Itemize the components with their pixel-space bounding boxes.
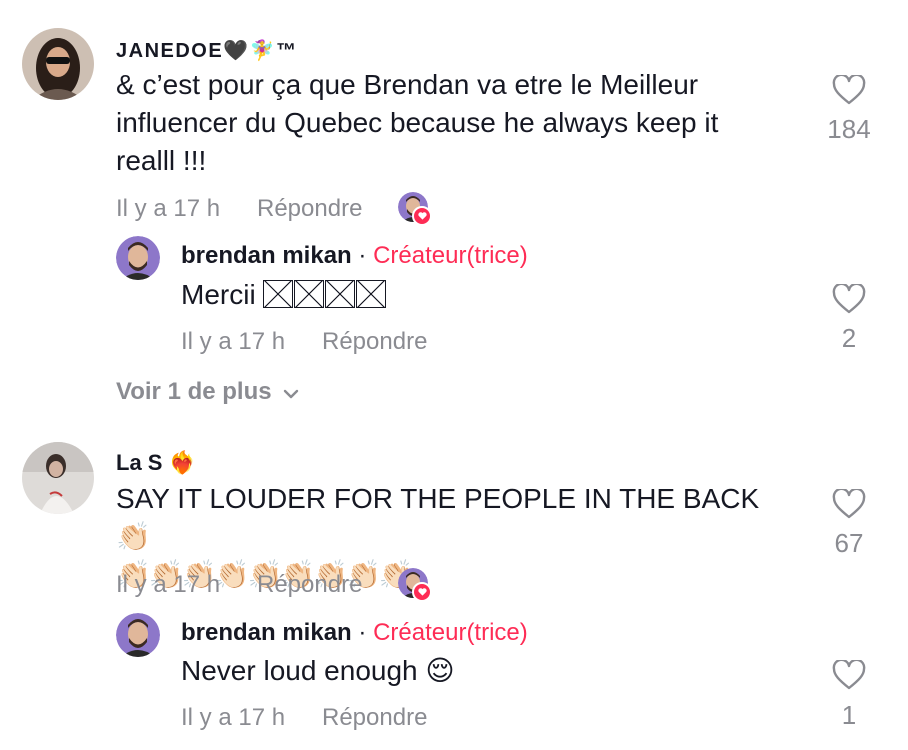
like-button[interactable] bbox=[832, 658, 866, 695]
reply-header: brendan mikan · Créateur(trice) bbox=[181, 619, 528, 647]
avatar[interactable] bbox=[116, 236, 160, 280]
separator: · bbox=[358, 619, 367, 646]
reply-button[interactable]: Répondre bbox=[322, 704, 427, 732]
creator-liked-avatar bbox=[398, 192, 432, 226]
chevron-down-icon bbox=[283, 389, 298, 399]
like-count: 1 bbox=[841, 700, 857, 730]
comment-username[interactable]: La S ❤️‍🔥 bbox=[116, 450, 196, 476]
comment-text: & c’est pour ça que Brendan va etre le M… bbox=[116, 69, 719, 176]
reply-button[interactable]: Répondre bbox=[257, 195, 362, 223]
view-more-label: Voir 1 de plus bbox=[116, 378, 272, 405]
reply-header: brendan mikan · Créateur(trice) bbox=[181, 242, 528, 270]
reply-button[interactable]: Répondre bbox=[322, 328, 427, 356]
like-count: 184 bbox=[827, 114, 871, 144]
missing-emoji-icon bbox=[325, 280, 356, 308]
reply-text: Never loud enough 😌 bbox=[181, 655, 455, 686]
heart-outline-icon bbox=[832, 658, 866, 690]
reply-button[interactable]: Répondre bbox=[257, 571, 362, 599]
reply-username[interactable]: brendan mikan bbox=[181, 619, 352, 646]
like-count: 2 bbox=[841, 323, 857, 353]
avatar[interactable] bbox=[22, 442, 94, 514]
like-button[interactable] bbox=[832, 487, 866, 524]
missing-emoji-icon bbox=[263, 280, 294, 308]
comment-username[interactable]: JANEDOE🖤🧚‍♀️™ bbox=[116, 38, 298, 63]
comment-timestamp: Il y a 17 h bbox=[116, 571, 221, 598]
reply-text: Mercii bbox=[181, 276, 387, 314]
heart-on-fire-icon: ❤️‍🔥 bbox=[168, 451, 196, 476]
missing-emoji-icon bbox=[356, 280, 387, 308]
reply-timestamp: Il y a 17 h bbox=[181, 328, 286, 355]
reply-username[interactable]: brendan mikan bbox=[181, 242, 352, 269]
avatar[interactable] bbox=[116, 613, 160, 657]
heart-outline-icon bbox=[832, 487, 866, 519]
creator-badge: Créateur(trice) bbox=[373, 619, 528, 646]
heart-badge-icon bbox=[412, 206, 432, 226]
missing-emoji-icon bbox=[294, 280, 325, 308]
like-button[interactable] bbox=[832, 73, 866, 110]
like-button[interactable] bbox=[832, 282, 866, 319]
like-count: 67 bbox=[834, 528, 864, 558]
separator: · bbox=[358, 242, 367, 269]
heart-badge-icon bbox=[412, 582, 432, 602]
heart-outline-icon bbox=[832, 282, 866, 314]
creator-badge: Créateur(trice) bbox=[373, 242, 528, 269]
creator-liked-avatar bbox=[398, 568, 432, 602]
avatar[interactable] bbox=[22, 28, 94, 100]
comment-timestamp: Il y a 17 h bbox=[116, 195, 221, 222]
view-more-replies[interactable]: Voir 1 de plus bbox=[116, 378, 300, 406]
heart-outline-icon bbox=[832, 73, 866, 105]
reply-timestamp: Il y a 17 h bbox=[181, 704, 286, 731]
